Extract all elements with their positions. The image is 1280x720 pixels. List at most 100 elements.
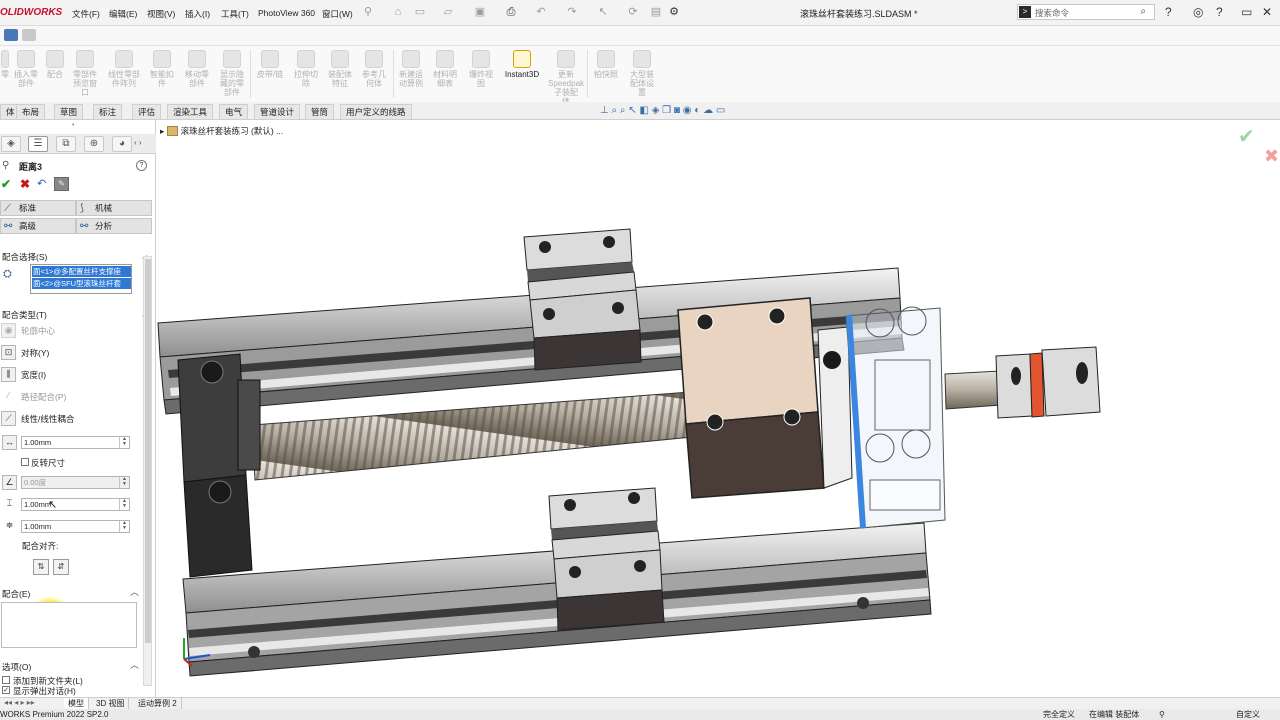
cmd-snapshot[interactable]: 拍快照 (589, 50, 623, 79)
cmd-large-assembly[interactable]: 大型装 配体设 置 (624, 50, 660, 97)
redo-icon[interactable]: ↷ (566, 6, 578, 18)
angle-input[interactable]: 0.00度 ▲ ▼ (21, 476, 130, 489)
tab-tubing[interactable]: 管筒 (305, 104, 335, 119)
mates-header[interactable]: 配合(E) (2, 588, 30, 600)
mode-advanced-button[interactable]: ⚯ 高级 (0, 218, 76, 234)
scrollbar-thumb[interactable] (145, 259, 151, 643)
cmd-reference-geometry[interactable]: 参考几 何体 (358, 50, 390, 88)
edit-appearance-icon[interactable]: ◐ (694, 105, 700, 116)
file-properties-icon[interactable]: ▤ (650, 6, 662, 18)
configuration-manager-tab-icon[interactable]: ⧉ (56, 136, 76, 152)
options-header[interactable]: 选项(O) (2, 661, 31, 673)
property-manager-tab-icon[interactable]: ☰ (28, 136, 48, 152)
cmd-belt-chain[interactable]: 皮带/链 (252, 50, 288, 79)
cmd-exploded-view[interactable]: 爆炸视 图 (465, 50, 497, 88)
tab-electrical[interactable]: 电气 (219, 104, 249, 119)
left-support-block[interactable] (177, 353, 261, 578)
search-icon[interactable]: ⌕ (1140, 6, 1146, 17)
pin-icon[interactable]: ✎ (54, 177, 69, 191)
print-icon[interactable]: ⎙ (505, 6, 517, 18)
menu-file[interactable]: 文件(F) (72, 8, 100, 20)
cmd-assembly-feature[interactable]: 装配体 特征 (324, 50, 356, 88)
section-view-icon[interactable]: ◧ (639, 105, 648, 116)
cmd-smart-fastener[interactable]: 智能扣 件 (146, 50, 178, 88)
tab-model[interactable]: 模型 (64, 698, 89, 709)
menu-photoview[interactable]: PhotoView 360 (258, 8, 315, 18)
hide-show-items-icon[interactable]: ◉ (683, 105, 692, 116)
cmd-preview-window[interactable]: 零部件 预览窗 口 (68, 50, 102, 97)
mate-selections-header[interactable]: 配合选择(S) (2, 251, 47, 263)
lower-slide-block[interactable] (548, 487, 665, 631)
view-settings-icon[interactable]: ▭ (716, 105, 725, 116)
anti-aligned-icon[interactable]: ⇵ (53, 559, 69, 575)
mode-standard-button[interactable]: ⟋ 标准 (0, 200, 76, 216)
tab-piping[interactable]: 管道设计 (254, 104, 301, 119)
ok-check-icon[interactable]: ✔ (1, 177, 11, 191)
cancel-x-icon[interactable]: ✖ (20, 177, 30, 191)
spinner-arrows[interactable]: ▲ ▼ (119, 521, 129, 532)
cmd-mate[interactable]: 配合 (44, 50, 66, 79)
tab-user-routing[interactable]: 用户定义的线路 (340, 104, 412, 119)
assembly-model[interactable] (156, 120, 1280, 697)
dynamic-annotation-icon[interactable]: ◈ (652, 105, 660, 116)
selection-item[interactable]: 面<1>@多配置丝杆支撑座 (32, 266, 131, 277)
part-icon[interactable] (22, 29, 36, 41)
save-icon[interactable]: ▣ (474, 6, 486, 18)
menu-view[interactable]: 视图(V) (147, 8, 175, 20)
sfu-flange-nut[interactable] (845, 306, 946, 529)
menu-window[interactable]: 窗口(W) (322, 8, 353, 20)
tab-motion-study[interactable]: 运动算例 2 (134, 698, 182, 709)
new-document-icon[interactable]: ▭ (414, 6, 426, 18)
menu-edit[interactable]: 编辑(E) (109, 8, 137, 20)
rebuild-icon[interactable]: ⟳ (627, 6, 639, 18)
help-icon[interactable]: ? (1165, 5, 1172, 19)
select-icon[interactable]: ↖ (597, 6, 609, 18)
display-manager-tab-icon[interactable]: ◕ (112, 136, 132, 152)
upper-slide-block[interactable] (523, 228, 642, 371)
tab-markup[interactable]: 标注 (93, 104, 123, 119)
dimxpert-tab-icon[interactable]: ⊕ (84, 136, 104, 152)
previous-view-icon[interactable]: ↖ (628, 105, 636, 116)
options-gear-icon[interactable]: ⚙ (668, 6, 680, 18)
cmd-component[interactable]: 零 (0, 50, 10, 79)
tab-scroll-arrows[interactable]: ◂◂ ◂ ▸ ▸▸ (4, 698, 35, 707)
aligned-icon[interactable]: ⇅ (33, 559, 49, 575)
cmd-move-component[interactable]: 移动零 部件 (180, 50, 214, 88)
panel-grip[interactable]: • (72, 122, 74, 129)
restore-window-icon[interactable]: ▭ (1241, 5, 1252, 19)
menu-insert[interactable]: 插入(I) (185, 8, 210, 20)
menu-tools[interactable]: 工具(T) (221, 8, 249, 20)
tab-evaluate[interactable]: 评估 (132, 104, 162, 119)
ball-screw-shaft[interactable] (251, 391, 693, 481)
distance-input[interactable]: 1.00mm ▲ ▼ (21, 436, 130, 449)
status-units[interactable]: 自定义 (1236, 709, 1260, 720)
spinner-arrows[interactable]: ▲ ▼ (119, 437, 129, 448)
mate-types-header[interactable]: 配合类型(T) (2, 309, 47, 321)
open-icon[interactable]: ▱ (442, 6, 454, 18)
mode-mechanical-button[interactable]: ⟆ 机械 (76, 200, 152, 216)
graphics-area[interactable]: ▸ 滚珠丝杆套装练习 (默认) ... ✔ ✖ (156, 120, 1280, 697)
mode-analysis-button[interactable]: ⚯ 分析 (76, 218, 152, 234)
collapse-arrow-icon[interactable]: ︿ (130, 585, 139, 598)
tab-sketch[interactable]: 草图 (54, 104, 84, 119)
collapse-arrow-icon[interactable]: ︿ (130, 658, 139, 671)
max-distance-input[interactable]: 1.00mm ▲ ▼ (21, 498, 130, 511)
scene-icon[interactable]: ☁ (703, 105, 713, 116)
property-manager-scrollbar[interactable] (143, 256, 152, 686)
tabs-scroll-arrows[interactable]: ‹ › (134, 138, 142, 147)
tab-3d-views[interactable]: 3D 视图 (92, 698, 130, 709)
cmd-motion-study[interactable]: 新建运 动算例 (395, 50, 427, 88)
spinner-arrows[interactable]: ▲ ▼ (119, 477, 129, 488)
zoom-to-fit-icon[interactable]: ⌕ (612, 105, 618, 116)
close-window-icon[interactable]: ✕ (1262, 5, 1272, 19)
selection-item[interactable]: 面<2>@SFU型滚珠丝杆套 (32, 278, 131, 289)
help-icon[interactable]: ? (136, 160, 147, 171)
mate-selections-box[interactable]: 面<1>@多配置丝杆支撑座 面<2>@SFU型滚珠丝杆套 (30, 264, 132, 294)
tab-layout[interactable]: 布局 (16, 104, 46, 119)
rebuild-status-icon[interactable]: ⚲ (1159, 709, 1165, 720)
question-icon[interactable]: ? (1216, 5, 1223, 19)
pin-icon[interactable]: ⚲ (362, 6, 374, 18)
cmd-extrude-cut[interactable]: 拉伸切 除 (290, 50, 322, 88)
undo-icon[interactable]: ↶ (37, 177, 46, 190)
search-command-box[interactable]: > 搜索命令 ⌕ (1017, 4, 1155, 20)
